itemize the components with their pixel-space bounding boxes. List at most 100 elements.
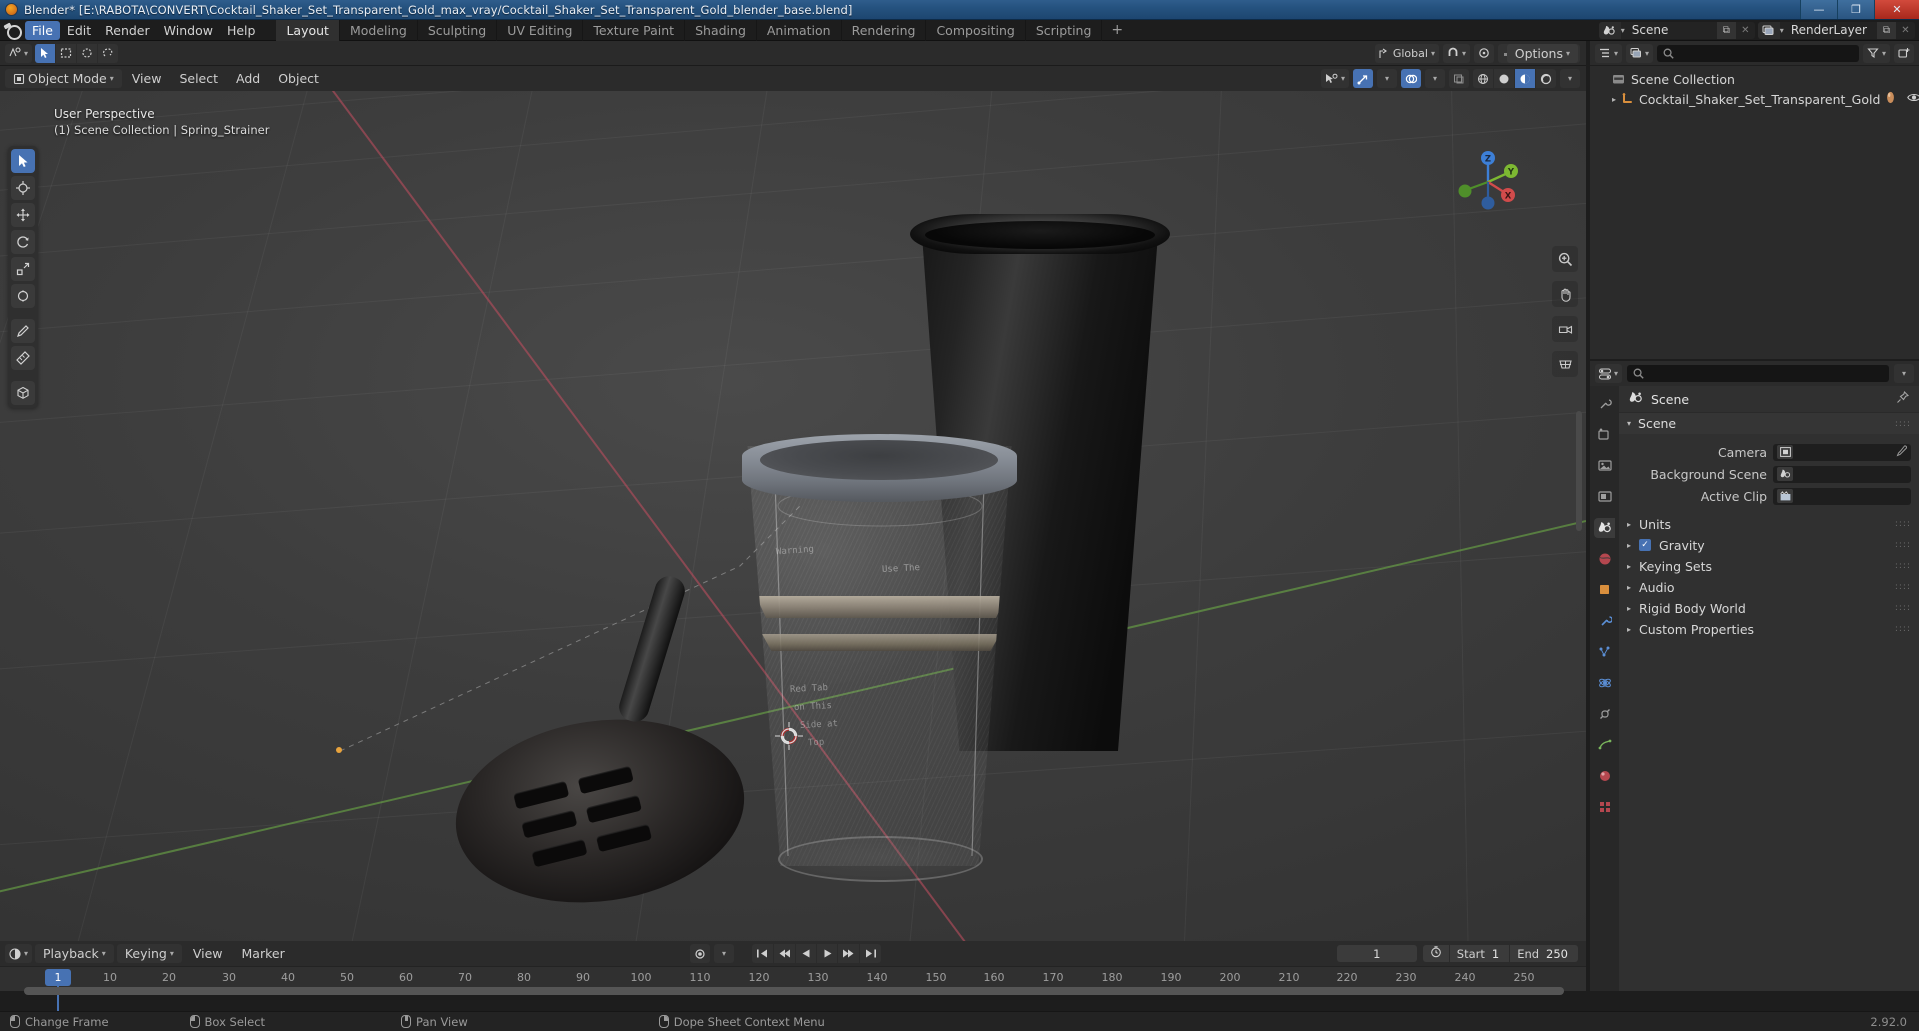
timeline-menu-marker[interactable]: Marker bbox=[234, 944, 293, 963]
menu-edit[interactable]: Edit bbox=[60, 21, 98, 40]
maximize-button[interactable]: ❐ bbox=[1837, 0, 1874, 19]
jump-to-start-button[interactable] bbox=[752, 944, 773, 963]
transform-tool-icon[interactable] bbox=[11, 284, 35, 308]
panel-custom-properties[interactable]: ▸ Custom Properties :::: bbox=[1619, 619, 1919, 639]
timeline-menu-view[interactable]: View bbox=[185, 944, 231, 963]
viewport-menu-select[interactable]: Select bbox=[171, 69, 226, 88]
shading-material-preview-icon[interactable] bbox=[1515, 69, 1535, 88]
outliner-vertical-scrollbar[interactable] bbox=[1576, 411, 1582, 531]
3d-viewport-editor[interactable]: ▾ Global ▾ ▾ Object Mode ▾ View Select A… bbox=[0, 41, 1586, 941]
properties-tab-texture[interactable] bbox=[1594, 797, 1615, 817]
visibility-eye-icon[interactable] bbox=[1907, 92, 1919, 106]
workspace-tab-sculpting[interactable]: Sculpting bbox=[418, 19, 498, 41]
pivot-point-icon[interactable] bbox=[1473, 43, 1494, 63]
object-mode-dropdown[interactable]: Object Mode ▾ bbox=[5, 69, 122, 88]
properties-search-input[interactable] bbox=[1627, 365, 1889, 382]
play-reverse-button[interactable] bbox=[796, 944, 816, 963]
ortho-perspective-icon[interactable] bbox=[1552, 351, 1578, 377]
hand-icon[interactable] bbox=[1552, 281, 1578, 307]
shading-rendered-icon[interactable] bbox=[1536, 69, 1556, 88]
rotate-tool-icon[interactable] bbox=[11, 230, 35, 254]
properties-tab-data[interactable] bbox=[1594, 735, 1615, 755]
playhead-frame-badge[interactable]: 1 bbox=[45, 969, 71, 986]
expand-chevron-icon[interactable] bbox=[1596, 75, 1606, 84]
new-scene-copy-icon[interactable]: ⧉ bbox=[1716, 21, 1736, 39]
background-scene-field-input[interactable] bbox=[1773, 465, 1911, 483]
minimize-button[interactable]: — bbox=[1800, 0, 1837, 19]
scene-selector[interactable]: ▾ Scene ⧉ ✕ bbox=[1598, 21, 1755, 39]
menu-render[interactable]: Render bbox=[98, 21, 157, 40]
properties-tab-scene[interactable] bbox=[1594, 518, 1615, 538]
frame-range-fields[interactable]: Start 1 End 250 bbox=[1422, 945, 1578, 962]
remove-scene-close-icon[interactable]: ✕ bbox=[1736, 22, 1755, 39]
timeline-editor[interactable]: ▾ Playback ▾ Keying ▾ View Marker ▾ 1 St… bbox=[0, 941, 1586, 1016]
lasso-select-icon[interactable] bbox=[98, 43, 119, 63]
active-clip-field-input[interactable] bbox=[1773, 487, 1911, 505]
tweak-select-icon[interactable] bbox=[35, 43, 56, 63]
jump-to-end-button[interactable] bbox=[860, 944, 881, 963]
panel-rigid-body-world[interactable]: ▸ Rigid Body World :::: bbox=[1619, 598, 1919, 618]
start-frame-value[interactable]: 1 bbox=[1492, 947, 1509, 961]
workspace-tab-uv-editing[interactable]: UV Editing bbox=[497, 19, 584, 41]
workspace-tab-modeling[interactable]: Modeling bbox=[340, 19, 418, 41]
material-icon[interactable] bbox=[1885, 91, 1902, 107]
outliner-row-object[interactable]: ▸ Cocktail_Shaker_Set_Transparent_Gold bbox=[1590, 89, 1919, 109]
outliner-display-icon[interactable]: ▾ bbox=[1595, 43, 1623, 63]
scene-panel-header[interactable]: ▾ Scene :::: bbox=[1619, 412, 1919, 434]
properties-editor[interactable]: ▾ ▾ Scene ▾ Scene:::: Camera Background… bbox=[1590, 361, 1919, 991]
workspace-tab-compositing[interactable]: Compositing bbox=[926, 19, 1026, 41]
pin-icon[interactable] bbox=[1896, 390, 1910, 408]
properties-tab-material[interactable] bbox=[1594, 766, 1615, 786]
properties-tab-constraints[interactable] bbox=[1594, 704, 1615, 724]
gizmo-toggle-icon[interactable] bbox=[1353, 69, 1373, 88]
add-cube-tool-icon[interactable] bbox=[11, 381, 35, 405]
menu-file[interactable]: File bbox=[25, 20, 60, 40]
properties-tab-object[interactable] bbox=[1594, 580, 1615, 600]
workspace-tab-scripting[interactable]: Scripting bbox=[1026, 19, 1103, 41]
overlays-toggle-icon[interactable] bbox=[1401, 69, 1421, 88]
timeline-menu-playback[interactable]: Playback ▾ bbox=[35, 944, 114, 963]
expand-chevron-right-icon[interactable]: ▸ bbox=[1612, 95, 1616, 104]
viewport-options-button[interactable]: Options ▾ bbox=[1506, 44, 1578, 63]
properties-tab-tool[interactable] bbox=[1594, 394, 1615, 414]
transform-orientation-dropdown[interactable]: Global ▾ bbox=[1374, 43, 1439, 63]
workspace-tab-layout[interactable]: Layout bbox=[276, 19, 340, 41]
box-select-icon[interactable] bbox=[56, 43, 77, 63]
glass-tin-object[interactable]: Warning Use The Red Tab on This Side at … bbox=[747, 446, 1012, 866]
overlays-dropdown-chevron-down-icon[interactable]: ▾ bbox=[1425, 69, 1445, 88]
panel-audio[interactable]: ▸ Audio :::: bbox=[1619, 577, 1919, 597]
properties-options-chevron-down-icon[interactable]: ▾ bbox=[1894, 364, 1914, 383]
xray-toggle-icon[interactable] bbox=[1449, 69, 1469, 88]
move-tool-icon[interactable] bbox=[11, 203, 35, 227]
gravity-checkbox[interactable]: ✓ bbox=[1639, 539, 1652, 551]
next-keyframe-button[interactable] bbox=[838, 944, 859, 963]
scale-tool-icon[interactable] bbox=[11, 257, 35, 281]
panel-keying-sets[interactable]: ▸ Keying Sets :::: bbox=[1619, 556, 1919, 576]
play-button[interactable] bbox=[817, 944, 837, 963]
add-workspace-button[interactable]: + bbox=[1102, 20, 1132, 40]
outliner-row-scene-collection[interactable]: Scene Collection bbox=[1590, 69, 1919, 89]
select-box-tool-icon[interactable] bbox=[11, 149, 35, 173]
outliner-editor[interactable]: ▾ ▾ ▾ Scene Collection ▸ Cocktail_Shaker… bbox=[1590, 41, 1919, 359]
measure-tool-icon[interactable] bbox=[11, 346, 35, 370]
properties-tab-particles[interactable] bbox=[1594, 642, 1615, 662]
viewport-menu-object[interactable]: Object bbox=[270, 69, 327, 88]
annotate-tool-icon[interactable] bbox=[11, 319, 35, 343]
camera-icon[interactable] bbox=[1552, 316, 1578, 342]
new-view-layer-copy-icon[interactable]: ⧉ bbox=[1877, 21, 1896, 39]
circle-select-icon[interactable] bbox=[77, 43, 98, 63]
shading-wireframe-icon[interactable] bbox=[1473, 69, 1493, 88]
menu-window[interactable]: Window bbox=[157, 21, 220, 40]
gizmo-dropdown-chevron-down-icon[interactable]: ▾ bbox=[1377, 69, 1397, 88]
properties-tab-world[interactable] bbox=[1594, 549, 1615, 569]
shading-solid-icon[interactable] bbox=[1494, 69, 1514, 88]
properties-editor-icon[interactable]: ▾ bbox=[1595, 364, 1623, 383]
editor-type-icon[interactable]: ▾ bbox=[5, 43, 33, 63]
outliner-search-input[interactable] bbox=[1657, 44, 1859, 62]
auto-keyframe-icon[interactable] bbox=[1423, 946, 1449, 961]
3d-scene-canvas[interactable]: Warning Use The Red Tab on This Side at … bbox=[0, 66, 1586, 941]
camera-eyedropper-icon[interactable] bbox=[1895, 444, 1908, 460]
properties-tab-output[interactable] bbox=[1594, 456, 1615, 476]
snapping-magnet-icon[interactable]: ▾ bbox=[1442, 43, 1470, 63]
blender-logo-icon[interactable] bbox=[4, 23, 22, 40]
